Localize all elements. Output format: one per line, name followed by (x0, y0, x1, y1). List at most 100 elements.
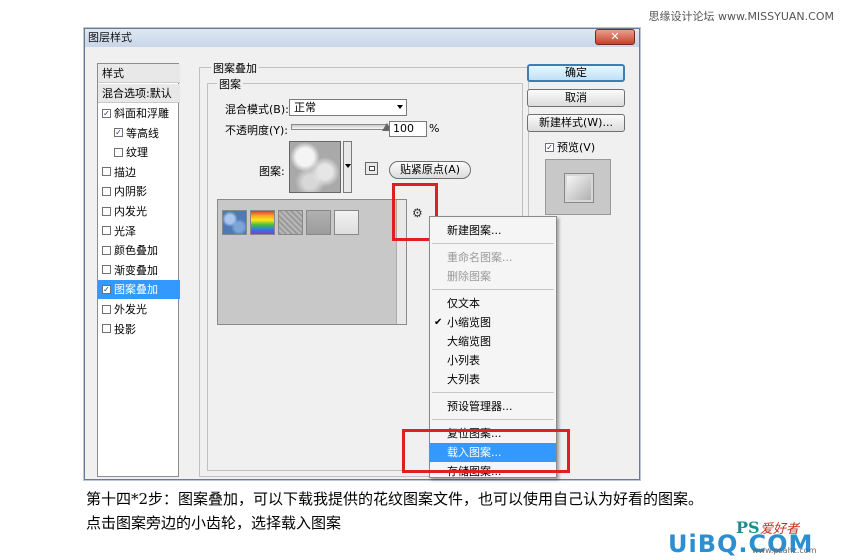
style-item-label: 光泽 (114, 224, 136, 238)
style-item-11[interactable]: ✓ 图案叠加 (98, 280, 180, 300)
watermark-top: 思缘设计论坛 www.MISSYUAN.COM (648, 10, 834, 23)
style-item-8[interactable]: 光泽 (98, 222, 180, 241)
snap-to-origin-button[interactable]: 贴紧原点(A) (389, 161, 471, 179)
checkbox-icon[interactable] (102, 245, 111, 255)
pattern-thumb-rainbow[interactable] (250, 210, 275, 235)
menu-item-3: 删除图案 (430, 267, 556, 286)
check-icon: ✔ (434, 317, 443, 328)
style-item-label: 投影 (114, 322, 136, 336)
opacity-input[interactable]: 100 (389, 121, 427, 137)
blend-mode-label: 混合模式(B): (225, 103, 289, 116)
caption-line-2: 点击图案旁边的小齿轮，选择载入图案 (86, 514, 342, 532)
style-item-label: 渐变叠加 (114, 263, 158, 277)
menu-item-5[interactable]: 仅文本 (430, 294, 556, 313)
close-icon[interactable]: ✕ (595, 29, 635, 45)
cancel-button[interactable]: 取消 (527, 89, 625, 107)
pattern-swatch[interactable] (289, 141, 341, 193)
menu-item-label: 删除图案 (447, 270, 491, 283)
pattern-picker-panel (217, 199, 407, 325)
style-item-label: 斜面和浮雕 (114, 107, 169, 120)
checkbox-icon[interactable] (102, 226, 111, 236)
dialog-title: 图层样式 (88, 31, 132, 44)
menu-item-label: 仅文本 (447, 297, 480, 310)
checkbox-checked-icon[interactable]: ✓ (102, 108, 111, 118)
style-item-label: 混合选项:默认 (102, 87, 172, 100)
menu-item-label: 小缩览图 (447, 316, 491, 329)
pattern-label: 图案: (259, 165, 285, 178)
blend-mode-value: 正常 (294, 101, 316, 114)
preview-checkbox[interactable]: ✓ 预览(V) (545, 139, 595, 155)
style-item-10[interactable]: 渐变叠加 (98, 261, 180, 280)
style-item-label: 外发光 (114, 303, 147, 316)
style-item-4[interactable]: 纹理 (98, 143, 180, 162)
opacity-slider[interactable] (291, 124, 387, 130)
checkbox-icon[interactable] (102, 206, 111, 216)
pattern-thumb-light[interactable] (334, 210, 359, 235)
style-item-13[interactable]: 投影 (98, 320, 180, 339)
style-item-2[interactable]: ✓ 斜面和浮雕 (98, 104, 180, 123)
style-item-5[interactable]: 描边 (98, 163, 180, 182)
menu-item-label: 重命名图案... (447, 251, 513, 264)
pattern-dropdown-button[interactable] (343, 141, 352, 193)
ok-button[interactable]: 确定 (527, 64, 625, 82)
checkbox-icon[interactable] (102, 324, 111, 334)
checkbox-checked-icon[interactable]: ✓ (114, 128, 123, 138)
menu-item-label: 大缩览图 (447, 335, 491, 348)
menu-item-label: 大列表 (447, 373, 480, 386)
menu-separator (432, 243, 554, 244)
checkbox-icon[interactable] (102, 265, 111, 275)
menu-item-9[interactable]: 大列表 (430, 370, 556, 389)
pattern-subgroup-title: 图案 (217, 76, 243, 92)
style-item-label: 描边 (114, 165, 136, 179)
menu-item-label: 小列表 (447, 354, 480, 367)
style-item-6[interactable]: 内阴影 (98, 182, 180, 201)
menu-item-8[interactable]: 小列表 (430, 351, 556, 370)
checkbox-icon[interactable] (102, 304, 111, 314)
preview-check-icon[interactable]: ✓ (545, 142, 554, 152)
menu-item-label: 新建图案... (447, 224, 502, 237)
style-preview-swatch (565, 174, 593, 202)
blend-mode-select[interactable]: 正常 (289, 99, 407, 116)
new-preset-icon[interactable] (365, 162, 378, 175)
style-item-label: 等高线 (126, 126, 159, 140)
opacity-unit: % (429, 122, 440, 135)
chevron-down-icon (345, 164, 351, 168)
menu-item-11[interactable]: 预设管理器... (430, 397, 556, 416)
style-item-label: 图案叠加 (114, 283, 158, 297)
style-item-label: 纹理 (126, 146, 148, 160)
logo-url: www.psahz.com (752, 546, 817, 555)
menu-item-2: 重命名图案... (430, 248, 556, 267)
checkbox-icon[interactable] (102, 167, 111, 177)
checkbox-icon[interactable] (114, 147, 123, 157)
menu-separator (432, 392, 554, 393)
checkbox-checked-icon[interactable]: ✓ (102, 284, 111, 294)
dialog-titlebar: 图层样式 (85, 29, 639, 47)
new-style-button[interactable]: 新建样式(W)... (527, 114, 625, 132)
caption-line-1: 第十四*2步：图案叠加，可以下载我提供的花纹图案文件，也可以使用自己认为好看的图… (86, 490, 704, 508)
style-item-label: 颜色叠加 (114, 244, 158, 258)
menu-item-label: 预设管理器... (447, 400, 513, 413)
load-pattern-highlight-box (402, 429, 570, 473)
menu-item-7[interactable]: 大缩览图 (430, 332, 556, 351)
style-item-7[interactable]: 内发光 (98, 202, 180, 221)
menu-item-6[interactable]: ✔ 小缩览图 (430, 313, 556, 332)
style-item-label: 样式 (102, 67, 124, 80)
style-item-3[interactable]: ✓ 等高线 (98, 124, 180, 143)
pattern-thumb-gray-solid[interactable] (306, 210, 331, 235)
style-item-0[interactable]: 样式 (98, 64, 180, 83)
pattern-thumb-blue-bubbles[interactable] (222, 210, 247, 235)
style-preview (545, 159, 611, 215)
chevron-down-icon (397, 105, 403, 109)
style-item-label: 内发光 (114, 205, 147, 218)
preview-label: 预览(V) (557, 141, 596, 154)
style-item-label: 内阴影 (114, 185, 147, 199)
opacity-label: 不透明度(Y): (225, 124, 289, 137)
menu-separator (432, 419, 554, 420)
style-item-12[interactable]: 外发光 (98, 300, 180, 319)
pattern-thumb-gray-texture[interactable] (278, 210, 303, 235)
style-item-1[interactable]: 混合选项:默认 (98, 84, 180, 103)
menu-item-0[interactable]: 新建图案... (430, 221, 556, 240)
checkbox-icon[interactable] (102, 186, 111, 196)
style-item-9[interactable]: 颜色叠加 (98, 241, 180, 260)
menu-separator (432, 289, 554, 290)
